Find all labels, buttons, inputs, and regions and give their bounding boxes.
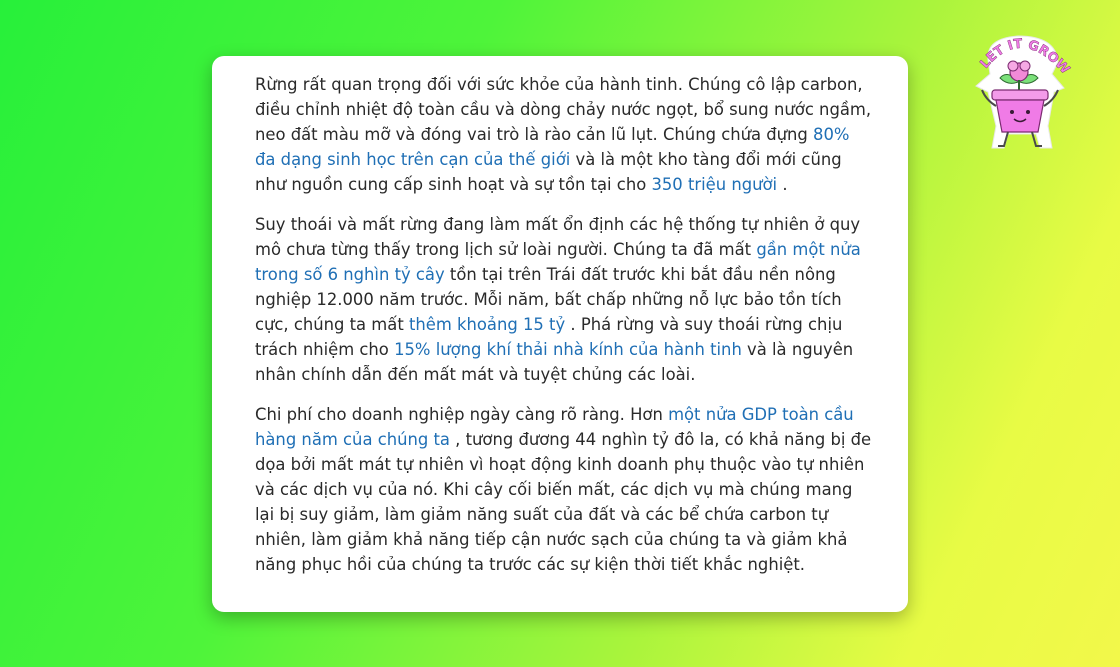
paragraph-text: Chi phí cho doanh nghiệp ngày càng rõ rà… <box>255 405 669 424</box>
paragraph-text: . <box>777 175 788 194</box>
article-card: Rừng rất quan trọng đối với sức khỏe của… <box>212 56 908 612</box>
link-350-million-people[interactable]: 350 triệu người <box>651 175 777 194</box>
paragraph-text: Rừng rất quan trọng đối với sức khỏe của… <box>255 75 872 144</box>
link-greenhouse-emissions[interactable]: 15% lượng khí thải nhà kính của hành tin… <box>394 340 742 359</box>
let-it-grow-sticker: LET IT GROW <box>968 30 1073 158</box>
flower-pot-sticker-icon: LET IT GROW <box>975 35 1073 149</box>
paragraph-text: , tương đương 44 nghìn tỷ đô la, có khả … <box>255 430 872 574</box>
paragraph-business-cost: Chi phí cho doanh nghiệp ngày càng rõ rà… <box>255 402 874 577</box>
paragraph-deforestation: Suy thoái và mất rừng đang làm mất ổn đị… <box>255 212 874 387</box>
paragraph-forests-importance: Rừng rất quan trọng đối với sức khỏe của… <box>255 72 874 197</box>
link-15-billion[interactable]: thêm khoảng 15 tỷ <box>409 315 565 334</box>
